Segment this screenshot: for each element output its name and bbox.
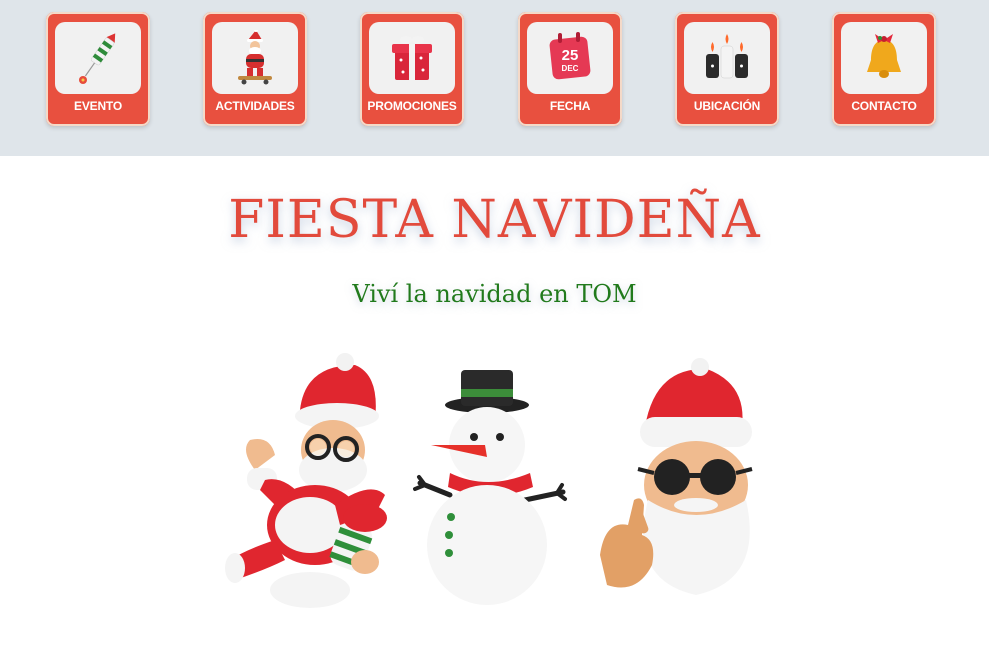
nav-item-ubicacion[interactable]: UBICACIÓN: [675, 12, 779, 126]
nav-item-label: PROMOCIONES: [367, 99, 457, 113]
calendar-icon: 25 DEC: [549, 32, 591, 80]
nav-icon-box: [212, 22, 298, 94]
nav-item-label: ACTIVIDADES: [215, 99, 295, 113]
gift-box-icon: [392, 36, 432, 80]
nav-icon-box: 25 DEC: [527, 22, 613, 94]
page-title: FIESTA NAVIDEÑA: [228, 190, 761, 250]
firework-rocket-icon: [79, 33, 116, 84]
nav-item-evento[interactable]: EVENTO: [46, 12, 150, 126]
page-subtitle: Viví la navidad en TOM: [352, 280, 637, 308]
nav-item-fecha[interactable]: 25 DEC FECHA: [518, 12, 622, 126]
nav-item-promociones[interactable]: PROMOCIONES: [360, 12, 464, 126]
calendar-month: DEC: [562, 64, 579, 73]
nav-icon-box: [684, 22, 770, 94]
nav-item-label: FECHA: [549, 99, 591, 113]
nav-icon-box: [841, 22, 927, 94]
snowman-illustration: [413, 370, 567, 605]
santa-skateboard-icon: [238, 30, 272, 85]
nav-item-actividades[interactable]: ACTIVIDADES: [203, 12, 307, 126]
nav-item-label: UBICACIÓN: [693, 99, 761, 113]
santa-kicking-illustration: [225, 353, 387, 608]
calendar-day: 25: [562, 47, 579, 64]
santa-sunglasses-illustration: [600, 358, 753, 595]
nav-item-label: EVENTO: [74, 99, 122, 113]
nav-icon-box: [369, 22, 455, 94]
top-navigation-bar: EVENTO ACTIVIDADES PROMOCIONES 25 DEC FE…: [0, 0, 989, 156]
nav-item-contacto[interactable]: CONTACTO: [832, 12, 936, 126]
bell-icon: [867, 34, 901, 78]
nav-item-label: CONTACTO: [851, 99, 917, 113]
candles-icon: [706, 34, 748, 79]
nav-icon-box: [55, 22, 141, 94]
